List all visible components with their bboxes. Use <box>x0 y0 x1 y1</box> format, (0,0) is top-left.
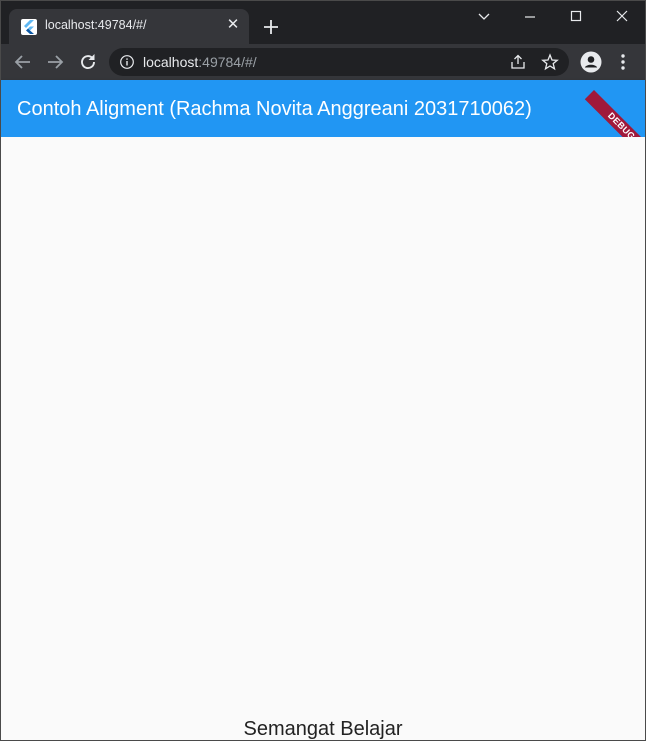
app-bar: Contoh Aligment (Rachma Novita Anggreani… <box>0 80 646 137</box>
star-icon[interactable] <box>541 53 559 71</box>
profile-icon[interactable] <box>578 50 604 76</box>
info-icon[interactable] <box>119 54 135 70</box>
debug-banner: DEBUG <box>560 80 646 137</box>
browser-window: localhost:49784/#/ ✕ localhost:49784/#/ … <box>0 0 646 741</box>
app-body: Semangat Belajar <box>0 137 646 741</box>
maximize-icon[interactable] <box>558 6 594 28</box>
url-path: :49784/#/ <box>198 54 257 70</box>
minimize-icon[interactable] <box>512 6 548 28</box>
url-text: localhost:49784/#/ <box>143 54 257 70</box>
close-icon[interactable] <box>604 6 640 28</box>
flutter-icon <box>21 19 37 35</box>
arrow-left-icon[interactable] <box>11 50 35 74</box>
plus-icon[interactable] <box>260 16 282 38</box>
bottom-center-text: Semangat Belajar <box>243 718 403 740</box>
debug-banner-label: DEBUG <box>584 90 646 137</box>
active-tab[interactable]: localhost:49784/#/ ✕ <box>9 9 249 44</box>
arrow-right-icon[interactable] <box>43 50 67 74</box>
page-title: Contoh Aligment (Rachma Novita Anggreani… <box>17 98 532 120</box>
share-icon[interactable] <box>509 53 527 71</box>
tab-title: localhost:49784/#/ <box>45 18 147 32</box>
chevron-down-icon[interactable] <box>466 6 502 28</box>
tab-strip: localhost:49784/#/ ✕ <box>0 0 646 44</box>
reload-icon[interactable] <box>76 50 100 74</box>
tab-close-icon[interactable]: ✕ <box>225 17 241 33</box>
browser-toolbar: localhost:49784/#/ <box>0 44 646 80</box>
kebab-menu-icon[interactable] <box>612 50 634 74</box>
address-bar[interactable]: localhost:49784/#/ <box>109 48 569 76</box>
url-host: localhost <box>143 54 199 70</box>
